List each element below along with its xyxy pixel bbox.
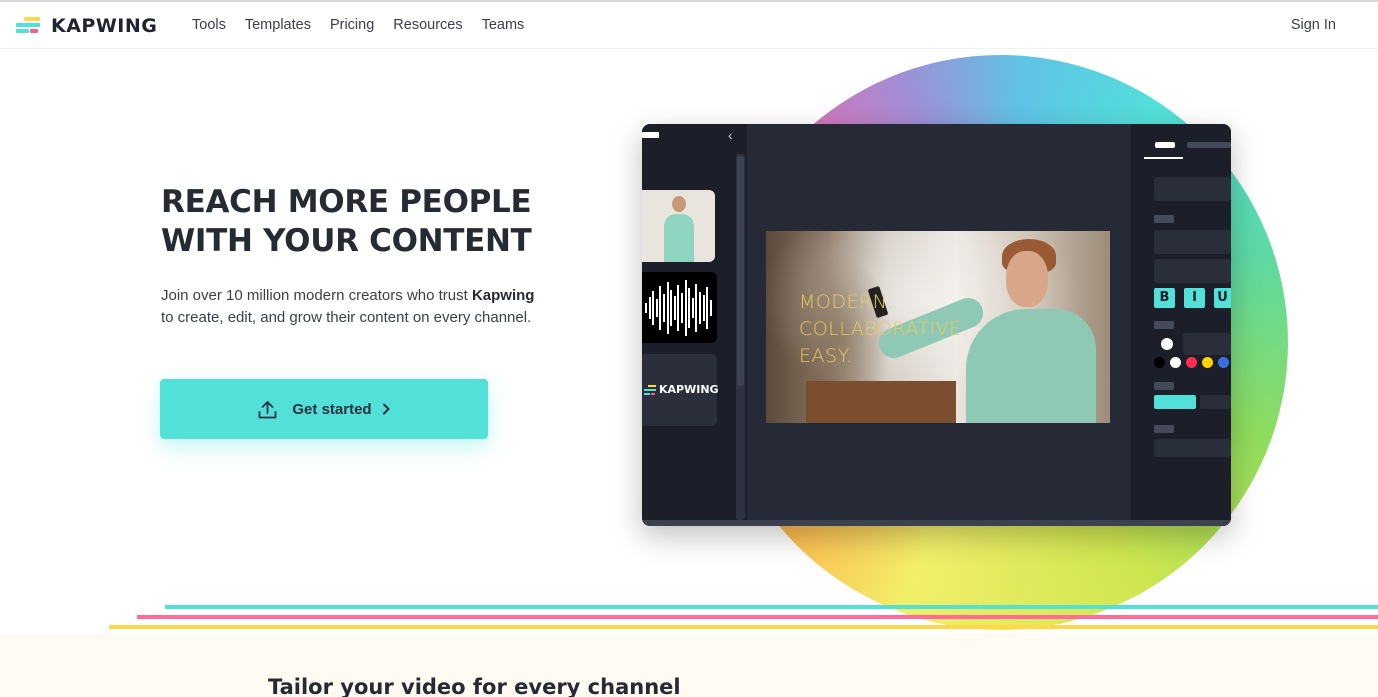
properties-tab-active [1155,142,1175,148]
caption-line-1: MODERN. [799,291,894,313]
color-swatch-white [1170,357,1181,368]
property-label [1154,321,1174,329]
hero-sub-text-1: Join over 10 million modern creators who… [161,287,472,304]
channels-section: Tailor your video for every channel [0,633,1378,697]
properties-panel: B I U [1131,124,1231,526]
chevron-left-icon: ‹ [728,127,733,143]
property-slider-fill [1154,395,1196,409]
chevron-right-icon [382,403,390,415]
color-swatch-blue [1218,357,1229,368]
italic-button: I [1184,288,1205,308]
property-slider-track [1200,395,1231,409]
kapwing-mini-logo-icon [644,384,656,395]
waveform-icon [645,272,715,343]
hero-title-line-2: WITH YOUR CONTENT [161,223,532,259]
property-field [1183,333,1231,355]
property-field [1154,439,1231,457]
upload-icon [258,400,277,418]
section-title: Tailor your video for every channel [268,675,681,697]
property-label [1154,215,1174,223]
bold-button: B [1154,288,1175,308]
hero-subtitle: Join over 10 million modern creators who… [161,285,541,329]
sign-in-link[interactable]: Sign In [1291,17,1336,33]
nav-link-templates[interactable]: Templates [245,17,311,33]
media-panel-scrollbar [736,154,745,520]
nav-link-resources[interactable]: Resources [393,17,462,33]
color-swatch-yellow [1202,357,1213,368]
property-label [1154,425,1174,433]
editor-canvas-preview: MODERN. COLLABORATIVE. EASY. [766,231,1110,423]
get-started-label: Get started [292,400,372,418]
property-field [1154,259,1231,283]
kapwing-logo[interactable]: KAPWING [16,15,157,37]
hero-title: REACH MORE PEOPLE WITH YOUR CONTENT [161,183,601,261]
nav-links: Tools Templates Pricing Resources Teams [192,17,543,33]
get-started-button[interactable]: Get started [160,379,488,439]
property-label [1154,382,1174,390]
nav-link-tools[interactable]: Tools [192,17,226,33]
color-swatch-red [1186,357,1197,368]
underline-button: U [1214,288,1231,308]
media-panel: ‹ KAPWING [642,124,747,526]
hero-title-line-1: REACH MORE PEOPLE [161,184,532,220]
pink-stripe [137,615,1378,619]
logo-thumbnail: KAPWING [642,354,719,426]
properties-tab [1187,142,1231,148]
canvas-caption: MODERN. COLLABORATIVE. EASY. [799,289,968,370]
editor-mockup: ‹ KAPWING MODERN. COLLABORATIVE. EASY. B… [642,124,1231,526]
color-swatch-black [1154,357,1165,368]
caption-line-3: EASY. [799,345,853,367]
hero-sub-text-2: to create, edit, and grow their content … [161,309,532,326]
thumbnail-logo-text: KAPWING [659,383,719,396]
nav-link-pricing[interactable]: Pricing [330,17,374,33]
timeline-bar [642,520,1231,526]
property-field [1154,230,1231,254]
video-thumbnail [642,190,715,262]
panel-title-placeholder [642,132,659,138]
logo-text: KAPWING [51,15,158,37]
nav-link-teams[interactable]: Teams [482,17,525,33]
hero-sub-brand: Kapwing [471,287,535,304]
media-panel-header: ‹ [642,124,747,154]
selected-color-swatch [1161,338,1173,350]
active-tab-indicator [1144,157,1183,159]
caption-line-2: COLLABORATIVE. [799,318,969,340]
property-field [1154,177,1231,201]
kapwing-logo-icon [16,17,42,35]
teal-stripe [165,605,1378,609]
top-navigation: KAPWING Tools Templates Pricing Resource… [0,2,1378,49]
audio-waveform-thumbnail [642,272,717,343]
yellow-stripe [109,625,1378,629]
